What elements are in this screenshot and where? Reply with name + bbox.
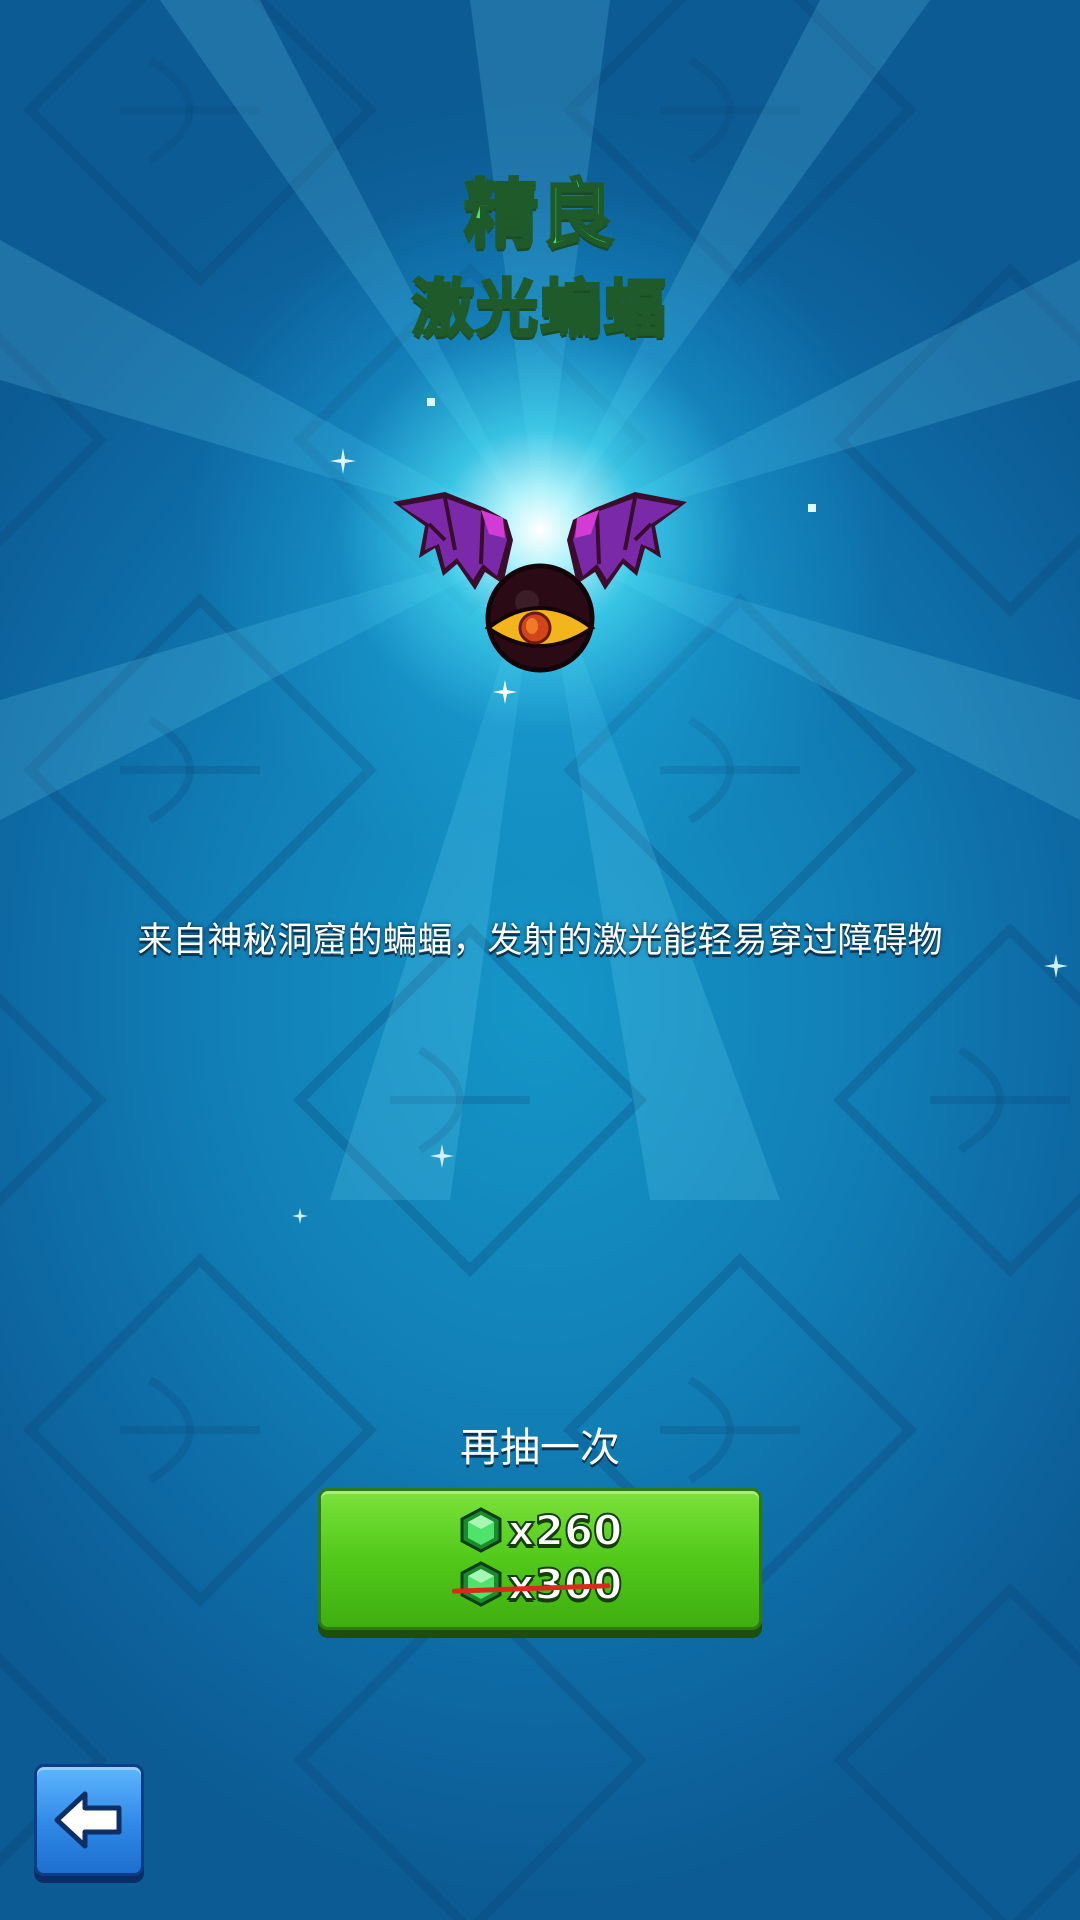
sparkle-icon (493, 680, 517, 704)
sparkle-icon (808, 504, 816, 512)
back-button[interactable] (34, 1764, 144, 1876)
hero-description: 来自神秘洞窟的蝙蝠，发射的激光能轻易穿过障碍物 (137, 921, 943, 961)
current-price: x260 (321, 1503, 759, 1557)
laser-bat-icon (393, 492, 687, 673)
sparkle-icon (427, 398, 435, 406)
draw-again-button[interactable]: x260 x300 (318, 1488, 762, 1630)
hero-name: 激光蝙蝠 (410, 271, 668, 347)
sparkle-icon (430, 1144, 454, 1168)
green-gem-icon (460, 1561, 502, 1607)
draw-again-label: 再抽一次 (460, 1425, 620, 1471)
green-gem-icon (460, 1507, 502, 1553)
price-text: x260 (507, 1505, 624, 1556)
sparkle-icon (292, 1208, 308, 1224)
back-arrow-icon (54, 1791, 122, 1849)
rarity-title: 精良 (463, 171, 616, 260)
original-price: x300 (321, 1557, 759, 1611)
sparkle-icon (330, 448, 356, 474)
